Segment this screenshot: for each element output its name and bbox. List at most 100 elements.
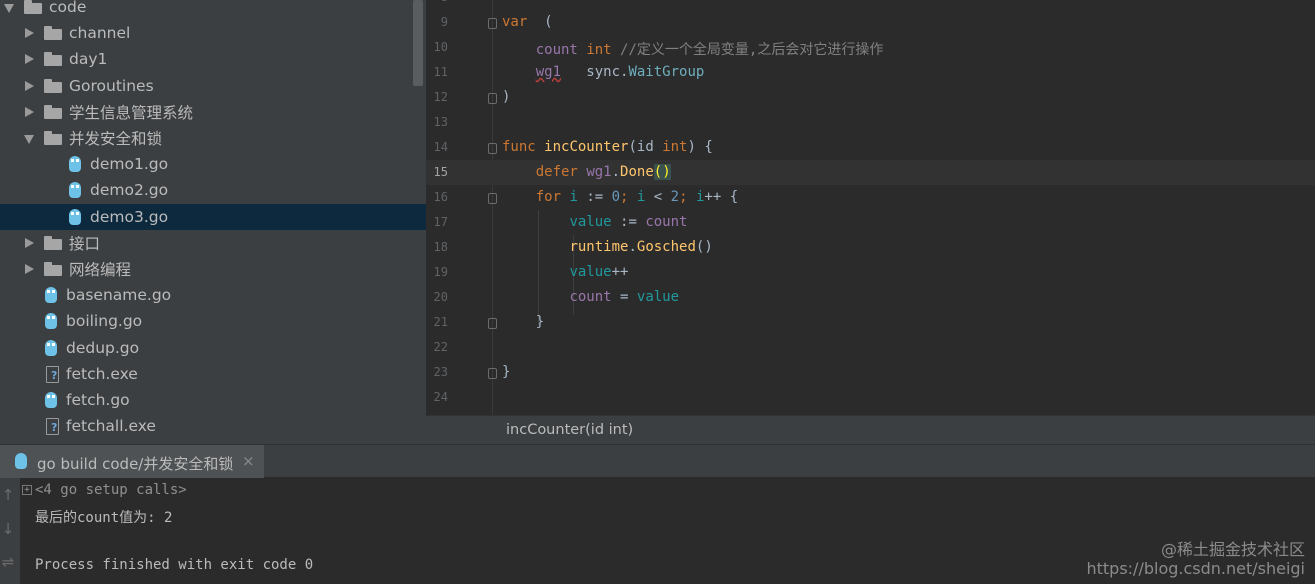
- code-token: 0: [611, 189, 621, 205]
- run-tab-bar: go build code/并发安全和锁 ×: [0, 444, 1315, 478]
- code-line[interactable]: 16 for i := 0; i < 2; i++ {: [426, 185, 1315, 210]
- folded-setup-calls[interactable]: <4 go setup calls>: [35, 482, 187, 498]
- expand-icon[interactable]: +: [22, 485, 32, 495]
- code-line[interactable]: 21 }: [426, 310, 1315, 335]
- breadcrumb[interactable]: incCounter(id int): [426, 415, 1315, 444]
- chevron-right-icon[interactable]: [24, 28, 34, 39]
- run-tab-label: go build code/并发安全和锁: [37, 455, 234, 473]
- tree-item-label: 学生信息管理系统: [69, 103, 194, 122]
- code-text: count int //定义一个全局变量,之后会对它进行操作: [502, 39, 884, 59]
- code-token: //定义一个全局变量,之后会对它进行操作: [620, 42, 884, 58]
- tree-file[interactable]: dedup.go: [0, 335, 426, 361]
- line-number: 9: [440, 15, 448, 29]
- tree-folder[interactable]: 网络编程: [0, 256, 426, 282]
- line-number: 23: [433, 365, 448, 379]
- code-token: Gosched: [636, 239, 696, 255]
- code-line[interactable]: 24: [426, 385, 1315, 410]
- code-token: int: [586, 42, 612, 58]
- line-number: 15: [433, 165, 448, 179]
- chevron-right-icon[interactable]: [24, 80, 34, 91]
- tree-file[interactable]: demo3.go: [0, 203, 426, 230]
- tree-folder[interactable]: day1: [0, 46, 426, 72]
- breadcrumb-item[interactable]: incCounter(id int): [506, 422, 633, 438]
- code-token: var: [502, 14, 528, 30]
- code-token: int: [662, 139, 688, 155]
- code-line[interactable]: 8: [426, 0, 1315, 10]
- code-token: 2: [670, 189, 680, 205]
- code-token: .: [611, 164, 621, 180]
- code-token: ;: [679, 189, 688, 205]
- chevron-down-icon[interactable]: [4, 2, 14, 13]
- tree-file[interactable]: fetch.exe: [0, 361, 426, 387]
- close-icon[interactable]: ×: [242, 452, 255, 470]
- run-tab[interactable]: go build code/并发安全和锁 ×: [0, 445, 264, 478]
- code-line[interactable]: 20 count = value: [426, 285, 1315, 310]
- tree-folder[interactable]: 并发安全和锁: [0, 125, 426, 151]
- code-token: wg1: [586, 164, 612, 180]
- tree-file[interactable]: basename.go: [0, 282, 426, 308]
- code-line[interactable]: 17 value := count: [426, 210, 1315, 235]
- code-line[interactable]: 10 count int //定义一个全局变量,之后会对它进行操作: [426, 35, 1315, 60]
- arrow-down-icon[interactable]: ↓: [0, 520, 16, 538]
- tree-file[interactable]: demo2.go: [0, 177, 426, 203]
- tree-folder[interactable]: code: [0, 0, 426, 20]
- tree-folder[interactable]: 接口: [0, 230, 426, 256]
- code-token: ++: [611, 264, 629, 280]
- tree-item-label: boiling.go: [66, 312, 143, 331]
- code-text: for i := 0; i < 2; i++ {: [502, 189, 738, 205]
- chevron-right-icon[interactable]: [24, 54, 34, 65]
- code-token: id: [636, 139, 654, 155]
- tree-item-label: basename.go: [66, 286, 172, 305]
- tree-item-label: channel: [69, 24, 131, 43]
- tree-file[interactable]: demo1.go: [0, 151, 426, 177]
- arrow-up-icon[interactable]: ↑: [0, 486, 16, 504]
- fold-marker-icon[interactable]: [488, 93, 497, 104]
- code-line[interactable]: 11 wg1 sync.WaitGroup: [426, 60, 1315, 85]
- code-token: value: [636, 289, 680, 305]
- folder-icon: [24, 0, 42, 14]
- code-token: ): [502, 89, 511, 105]
- code-line[interactable]: 18 runtime.Gosched(): [426, 235, 1315, 260]
- tree-item-label: 网络编程: [69, 261, 132, 279]
- tree-folder[interactable]: channel: [0, 20, 426, 46]
- tree-scrollbar[interactable]: [413, 0, 423, 86]
- code-token: func: [502, 139, 536, 155]
- code-line[interactable]: 23}: [426, 360, 1315, 385]
- tree-folder[interactable]: Goroutines: [0, 73, 426, 99]
- fold-marker-icon[interactable]: [488, 18, 497, 29]
- code-line[interactable]: 22: [426, 335, 1315, 360]
- chevron-right-icon[interactable]: [24, 264, 34, 274]
- line-number: 24: [433, 390, 448, 404]
- code-token: for: [535, 189, 562, 205]
- tree-file[interactable]: fetchall.exe: [0, 413, 426, 439]
- chevron-right-icon[interactable]: [24, 237, 34, 248]
- unknown-file-icon: [44, 417, 60, 436]
- soft-wrap-icon[interactable]: ⇌: [0, 553, 16, 571]
- code-line[interactable]: 9 var (: [426, 10, 1315, 35]
- code-editor[interactable]: 89var (10 count int //定义一个全局变量,之后会对它进行操作…: [426, 0, 1315, 415]
- chevron-down-icon[interactable]: [24, 133, 34, 144]
- line-number: 16: [433, 190, 448, 204]
- tree-folder[interactable]: 学生信息管理系统: [0, 99, 426, 125]
- chevron-right-icon[interactable]: [24, 106, 34, 117]
- fold-marker-icon[interactable]: [488, 193, 497, 204]
- tree-file[interactable]: boiling.go: [0, 308, 426, 334]
- code-line[interactable]: 14 func incCounter(id int) {: [426, 135, 1315, 160]
- tree-file[interactable]: fetch.go: [0, 387, 426, 413]
- code-line[interactable]: 12): [426, 85, 1315, 110]
- code-line[interactable]: 15 defer wg1.Done(): [426, 160, 1315, 185]
- code-line[interactable]: 19 value++: [426, 260, 1315, 285]
- folder-icon: [44, 26, 62, 41]
- fold-marker-icon[interactable]: [488, 318, 497, 329]
- fold-marker-icon[interactable]: [488, 368, 497, 379]
- go-file-icon: [44, 391, 58, 409]
- code-line[interactable]: 13: [426, 110, 1315, 135]
- code-text: wg1 sync.WaitGroup: [502, 64, 705, 80]
- fold-marker-icon[interactable]: [488, 143, 497, 154]
